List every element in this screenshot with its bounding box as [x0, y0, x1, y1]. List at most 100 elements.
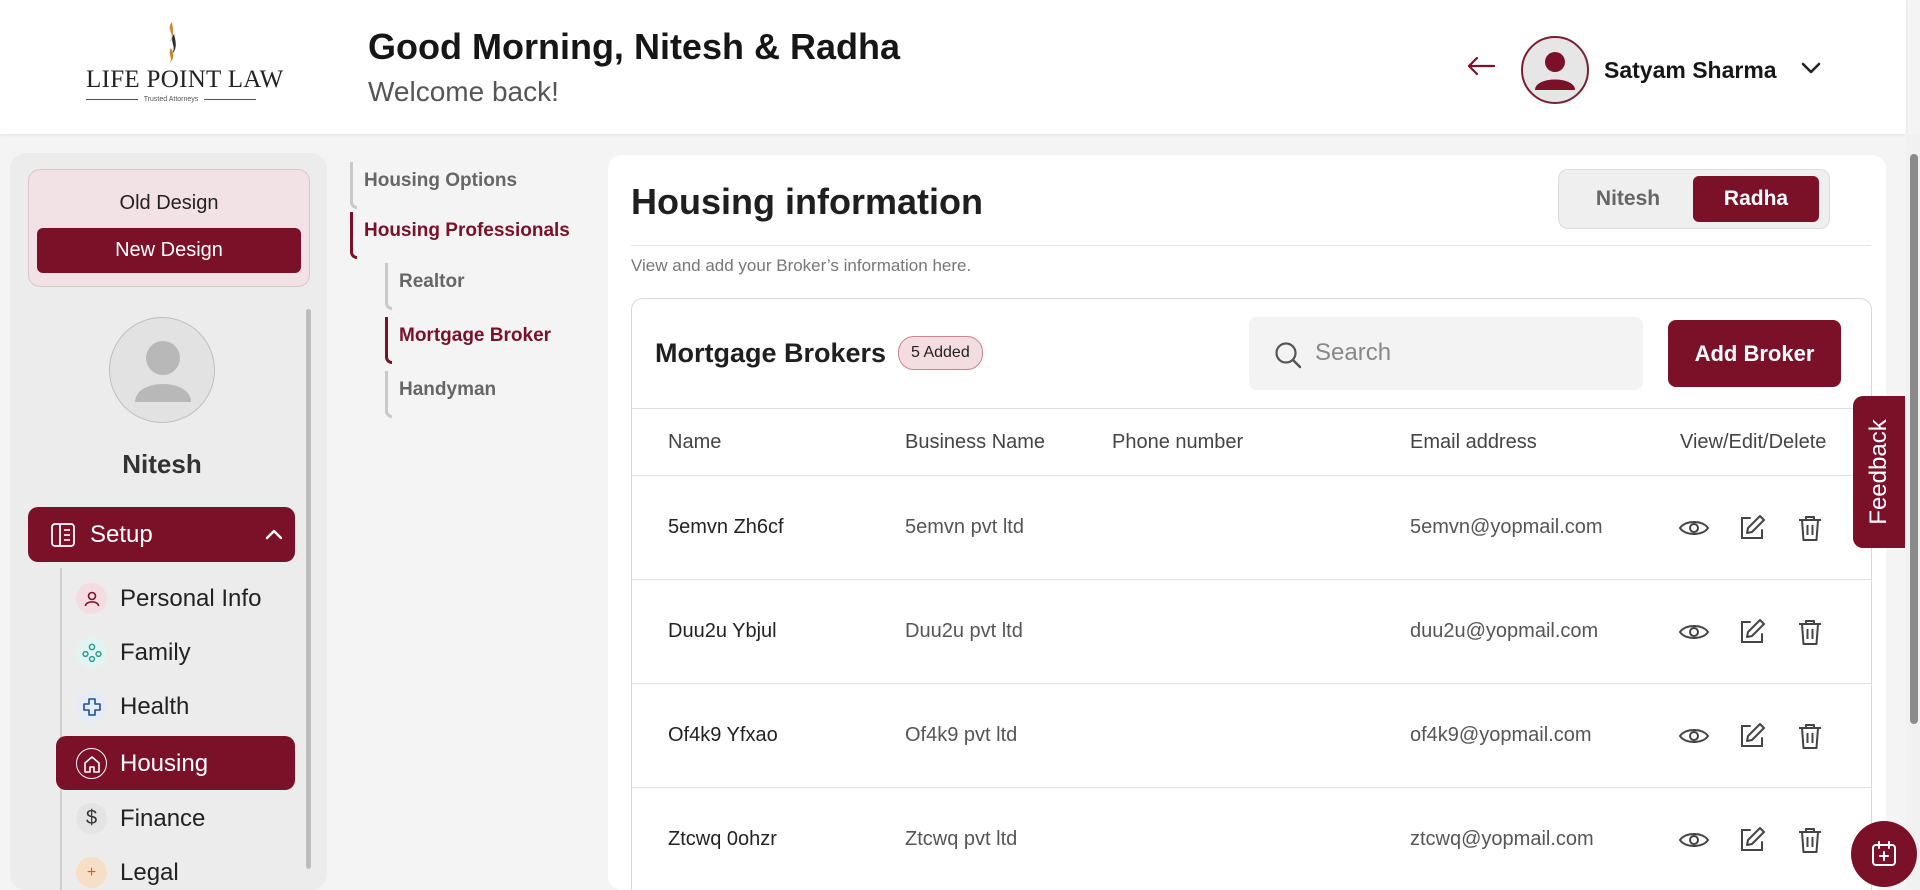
search-icon: [1275, 342, 1302, 369]
cell-email: ztcwq@yopmail.com: [1410, 828, 1594, 850]
subnav-mortgage-broker[interactable]: Mortgage Broker: [385, 317, 551, 364]
view-eye-icon[interactable]: [1678, 824, 1710, 856]
sidebar-item-label: Legal: [120, 859, 179, 886]
edit-pencil-icon[interactable]: [1736, 512, 1768, 544]
feedback-tab[interactable]: Feedback: [1853, 396, 1905, 548]
profile-avatar[interactable]: [109, 317, 215, 423]
sidebar-item-label: Finance: [120, 805, 206, 832]
welcome-subtitle: Welcome back!: [368, 76, 559, 107]
new-design-button[interactable]: New Design: [37, 228, 301, 273]
table-row: Of4k9 Yfxao Of4k9 pvt ltd of4k9@yopmail.…: [632, 684, 1871, 788]
subnav-housing-professionals[interactable]: Housing Professionals: [350, 212, 570, 259]
divider: [631, 245, 1871, 246]
table-row: Ztcwq 0ohzr Ztcwq pvt ltd ztcwq@yopmail.…: [632, 788, 1871, 890]
house-icon: [76, 748, 107, 779]
old-design-button[interactable]: Old Design: [29, 192, 309, 215]
person-toggle: Nitesh Radha: [1558, 169, 1830, 229]
logo-tagline: Trusted Attorneys: [86, 96, 256, 103]
sidebar-item-label: Personal Info: [120, 585, 262, 612]
toggle-option-radha[interactable]: Radha: [1693, 176, 1819, 222]
sidebar-item-label: Family: [120, 639, 191, 666]
sidebar-item-housing[interactable]: Housing: [56, 736, 295, 790]
edit-pencil-icon[interactable]: [1736, 824, 1768, 856]
cell-name: Duu2u Ybjul: [668, 620, 777, 642]
cell-email: 5emvn@yopmail.com: [1410, 516, 1603, 538]
table-row: Duu2u Ybjul Duu2u pvt ltd duu2u@yopmail.…: [632, 580, 1871, 684]
sidebar-item-label: Housing: [120, 750, 209, 777]
cell-name: Of4k9 Yfxao: [668, 724, 778, 746]
company-logo[interactable]: LIFE POINT LAW Trusted Attorneys: [86, 20, 284, 110]
person-icon: [76, 583, 107, 614]
greeting-title: Good Morning, Nitesh & Radha: [368, 26, 900, 67]
edit-pencil-icon[interactable]: [1736, 720, 1768, 752]
sidebar-item-personal-info[interactable]: Personal Info: [56, 571, 295, 625]
page-scrollbar[interactable]: [1910, 154, 1918, 724]
page-description: View and add your Broker’s information h…: [631, 256, 972, 275]
back-arrow-icon[interactable]: [1466, 56, 1496, 76]
page-title: Housing information: [631, 181, 983, 222]
left-sidebar: Old Design New Design Nitesh Setup Perso…: [10, 153, 327, 890]
top-header: LIFE POINT LAW Trusted Attorneys Good Mo…: [0, 0, 1906, 134]
add-broker-button[interactable]: Add Broker: [1668, 320, 1841, 387]
user-name[interactable]: Satyam Sharma: [1604, 57, 1777, 84]
view-eye-icon[interactable]: [1678, 616, 1710, 648]
chevron-up-icon: [265, 529, 283, 540]
table-row: 5emvn Zh6cf 5emvn pvt ltd 5emvn@yopmail.…: [632, 476, 1871, 580]
logo-text: LIFE POINT LAW: [86, 66, 284, 93]
delete-trash-icon[interactable]: [1794, 720, 1826, 752]
profile-name: Nitesh: [122, 449, 202, 479]
cell-business: 5emvn pvt ltd: [905, 516, 1024, 538]
count-badge: 5 Added: [898, 336, 983, 370]
sidebar-item-label: Health: [120, 693, 190, 720]
setup-menu-toggle[interactable]: Setup: [28, 507, 295, 562]
calendar-add-button[interactable]: [1851, 821, 1917, 887]
delete-trash-icon[interactable]: [1794, 512, 1826, 544]
dollar-icon: $: [76, 803, 107, 834]
setup-book-icon: [51, 523, 75, 547]
delete-trash-icon[interactable]: [1794, 616, 1826, 648]
view-eye-icon[interactable]: [1678, 720, 1710, 752]
family-icon: [76, 637, 107, 668]
user-avatar[interactable]: [1521, 36, 1589, 104]
delete-trash-icon[interactable]: [1794, 824, 1826, 856]
feedback-label: Feedback: [1865, 419, 1892, 525]
column-header-phone: Phone number: [1112, 431, 1244, 453]
search-box[interactable]: [1249, 317, 1643, 390]
subnav-realtor[interactable]: Realtor: [385, 263, 464, 310]
cell-name: Ztcwq 0ohzr: [668, 828, 777, 850]
sidebar-item-family[interactable]: Family: [56, 625, 295, 679]
cell-business: Ztcwq pvt ltd: [905, 828, 1018, 850]
sidebar-item-finance[interactable]: $ Finance: [56, 791, 295, 845]
design-switcher: Old Design New Design: [28, 169, 310, 287]
health-cross-icon: [76, 691, 107, 722]
column-header-name: Name: [668, 431, 722, 453]
sidebar-item-legal[interactable]: + Legal: [56, 845, 295, 890]
sidebar-scrollbar[interactable]: [306, 309, 311, 869]
edit-pencil-icon[interactable]: [1736, 616, 1768, 648]
subnav-housing-options[interactable]: Housing Options: [350, 162, 517, 209]
logo-flame-icon: [169, 22, 176, 63]
table-header: Name Business Name Phone number Email ad…: [632, 408, 1871, 476]
calendar-plus-icon: [1872, 841, 1896, 866]
search-input[interactable]: [1315, 333, 1615, 373]
profile-placeholder-icon: [135, 341, 191, 402]
sidebar-item-health[interactable]: Health: [56, 679, 295, 733]
cell-business: Of4k9 pvt ltd: [905, 724, 1018, 746]
user-avatar-icon: [1535, 52, 1575, 90]
main-panel: Housing information Nitesh Radha View an…: [608, 155, 1886, 890]
column-header-actions: View/Edit/Delete: [1680, 431, 1827, 453]
cell-name: 5emvn Zh6cf: [668, 516, 784, 538]
cell-business: Duu2u pvt ltd: [905, 620, 1023, 642]
column-header-email: Email address: [1410, 431, 1537, 453]
chevron-down-icon[interactable]: [1800, 60, 1822, 76]
legal-icon: +: [76, 857, 107, 888]
cell-email: duu2u@yopmail.com: [1410, 620, 1599, 642]
column-header-business: Business Name: [905, 431, 1046, 453]
brokers-card: Mortgage Brokers 5 Added Add Broker Name…: [631, 298, 1872, 890]
toggle-option-nitesh[interactable]: Nitesh: [1565, 176, 1691, 222]
view-eye-icon[interactable]: [1678, 512, 1710, 544]
subnav-handyman[interactable]: Handyman: [385, 371, 496, 418]
card-title: Mortgage Brokers: [655, 338, 887, 368]
setup-label: Setup: [90, 521, 153, 548]
cell-email: of4k9@yopmail.com: [1410, 724, 1592, 746]
